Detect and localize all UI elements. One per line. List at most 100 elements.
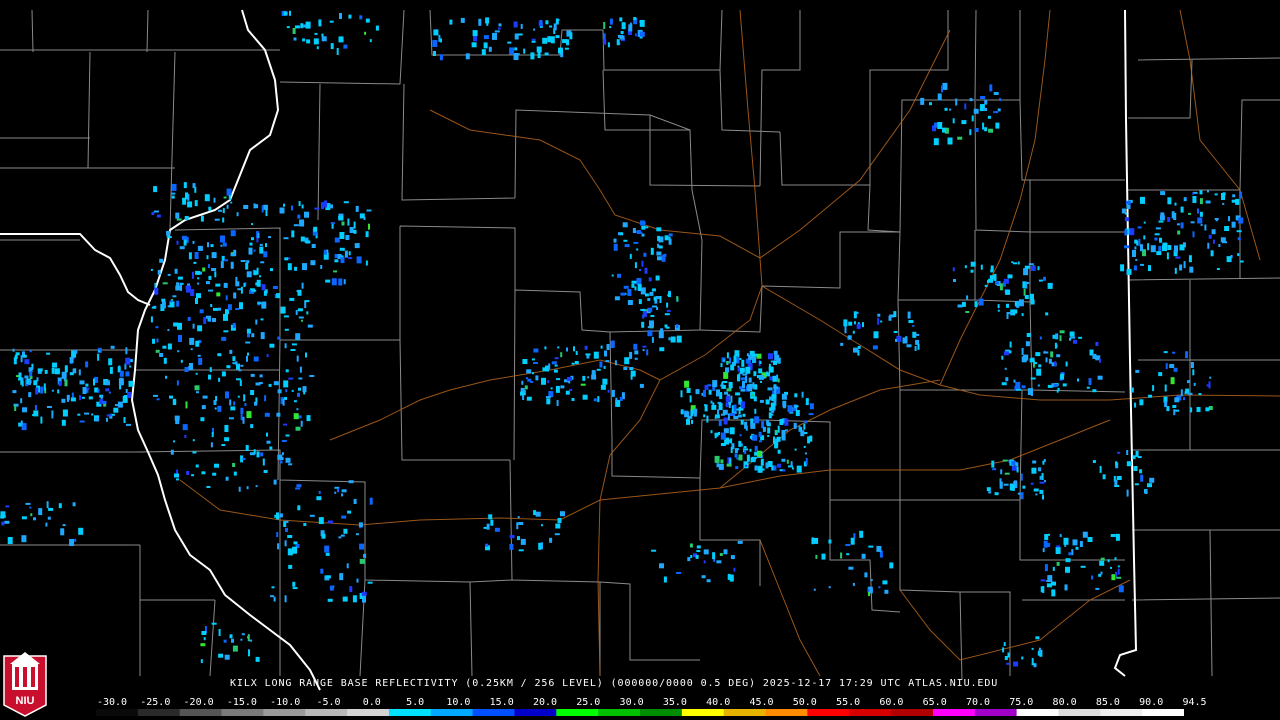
echo-pixel bbox=[1160, 191, 1166, 196]
legend-color-swatch bbox=[347, 709, 390, 716]
echo-pixel bbox=[305, 352, 307, 358]
echo-pixel bbox=[78, 527, 84, 535]
echo-pixel bbox=[768, 353, 773, 360]
echo-pixel bbox=[517, 536, 520, 541]
echo-pixel bbox=[933, 138, 939, 146]
echo-pixel bbox=[433, 51, 436, 56]
echo-pixel bbox=[358, 522, 363, 528]
echo-pixel bbox=[884, 589, 889, 594]
echo-pixel bbox=[773, 386, 779, 390]
echo-pixel bbox=[1002, 647, 1005, 653]
echo-pixel bbox=[557, 346, 560, 349]
echo-pixel bbox=[284, 595, 287, 603]
echo-pixel bbox=[240, 260, 246, 262]
echo-pixel bbox=[988, 491, 992, 494]
echo-pixel bbox=[1187, 392, 1193, 395]
echo-pixel bbox=[440, 38, 442, 43]
echo-pixel bbox=[176, 478, 179, 481]
echo-pixel bbox=[173, 440, 176, 443]
echo-pixel bbox=[266, 354, 269, 358]
echo-pixel bbox=[296, 355, 299, 362]
echo-pixel bbox=[221, 444, 226, 446]
echo-pixel bbox=[714, 455, 720, 463]
echo-pixel bbox=[730, 395, 733, 403]
echo-pixel bbox=[86, 387, 90, 390]
echo-pixel bbox=[974, 128, 979, 132]
echo-pixel bbox=[917, 343, 920, 350]
echo-pixel bbox=[152, 338, 155, 344]
echo-pixel bbox=[641, 321, 645, 328]
echo-pixel bbox=[774, 441, 779, 449]
echo-pixel bbox=[555, 385, 560, 393]
legend-label: 70.0 bbox=[965, 697, 991, 708]
echo-pixel bbox=[545, 20, 549, 25]
echo-pixel bbox=[153, 394, 158, 397]
echo-pixel bbox=[644, 293, 649, 297]
echo-pixel bbox=[533, 362, 538, 364]
echo-pixel bbox=[749, 448, 752, 452]
echo-pixel bbox=[550, 387, 553, 390]
echo-pixel bbox=[934, 122, 938, 128]
echo-pixel bbox=[821, 553, 826, 560]
echo-pixel bbox=[295, 487, 301, 490]
echo-pixel bbox=[964, 103, 967, 110]
echo-pixel bbox=[961, 120, 967, 125]
echo-pixel bbox=[1118, 585, 1124, 593]
echo-pixel bbox=[639, 20, 643, 23]
legend-color-swatch bbox=[723, 709, 767, 716]
echo-pixel bbox=[125, 357, 131, 365]
echo-pixel bbox=[640, 287, 646, 295]
echo-pixel bbox=[233, 401, 236, 406]
echo-pixel bbox=[303, 24, 307, 28]
echo-pixel bbox=[125, 347, 128, 355]
echo-pixel bbox=[1003, 278, 1009, 284]
echo-pixel bbox=[127, 392, 132, 398]
echo-pixel bbox=[1162, 245, 1167, 252]
echo-pixel bbox=[95, 417, 100, 422]
echo-pixel bbox=[1166, 252, 1169, 260]
echo-pixel bbox=[514, 47, 518, 51]
echo-pixel bbox=[544, 52, 549, 56]
echo-pixel bbox=[1206, 384, 1209, 387]
echo-pixel bbox=[292, 28, 296, 34]
echo-pixel bbox=[300, 23, 304, 29]
echo-pixel bbox=[737, 540, 743, 544]
echo-pixel bbox=[895, 338, 897, 342]
echo-pixel bbox=[517, 516, 520, 519]
echo-pixel bbox=[867, 588, 870, 592]
echo-pixel bbox=[795, 410, 800, 416]
echo-pixel bbox=[615, 397, 618, 402]
echo-pixel bbox=[20, 378, 23, 385]
echo-pixel bbox=[21, 535, 27, 543]
echo-pixel bbox=[1021, 313, 1024, 317]
echo-pixel bbox=[220, 244, 223, 247]
echo-pixel bbox=[734, 453, 738, 458]
echo-pixel bbox=[218, 653, 224, 658]
echo-pixel bbox=[1044, 564, 1048, 572]
echo-pixel bbox=[607, 42, 610, 48]
echo-pixel bbox=[637, 231, 643, 234]
echo-pixel bbox=[1013, 379, 1016, 383]
echo-pixel bbox=[273, 596, 276, 602]
echo-pixel bbox=[575, 351, 578, 355]
echo-pixel bbox=[542, 37, 548, 44]
echo-pixel bbox=[292, 587, 298, 590]
echo-pixel bbox=[758, 431, 762, 437]
echo-pixel bbox=[1173, 213, 1177, 220]
echo-pixel bbox=[639, 383, 644, 388]
echo-pixel bbox=[30, 513, 33, 517]
echo-pixel bbox=[722, 385, 726, 389]
echo-pixel bbox=[742, 413, 746, 417]
echo-pixel bbox=[779, 419, 784, 425]
echo-pixel bbox=[725, 395, 730, 402]
echo-pixel bbox=[533, 510, 537, 516]
echo-pixel bbox=[1200, 223, 1203, 226]
echo-pixel bbox=[208, 264, 210, 269]
echo-pixel bbox=[538, 542, 542, 550]
echo-pixel bbox=[801, 391, 804, 398]
echo-pixel bbox=[1173, 409, 1176, 416]
echo-pixel bbox=[668, 233, 673, 237]
echo-pixel bbox=[309, 375, 315, 377]
echo-pixel bbox=[541, 542, 543, 550]
echo-pixel bbox=[762, 426, 766, 432]
